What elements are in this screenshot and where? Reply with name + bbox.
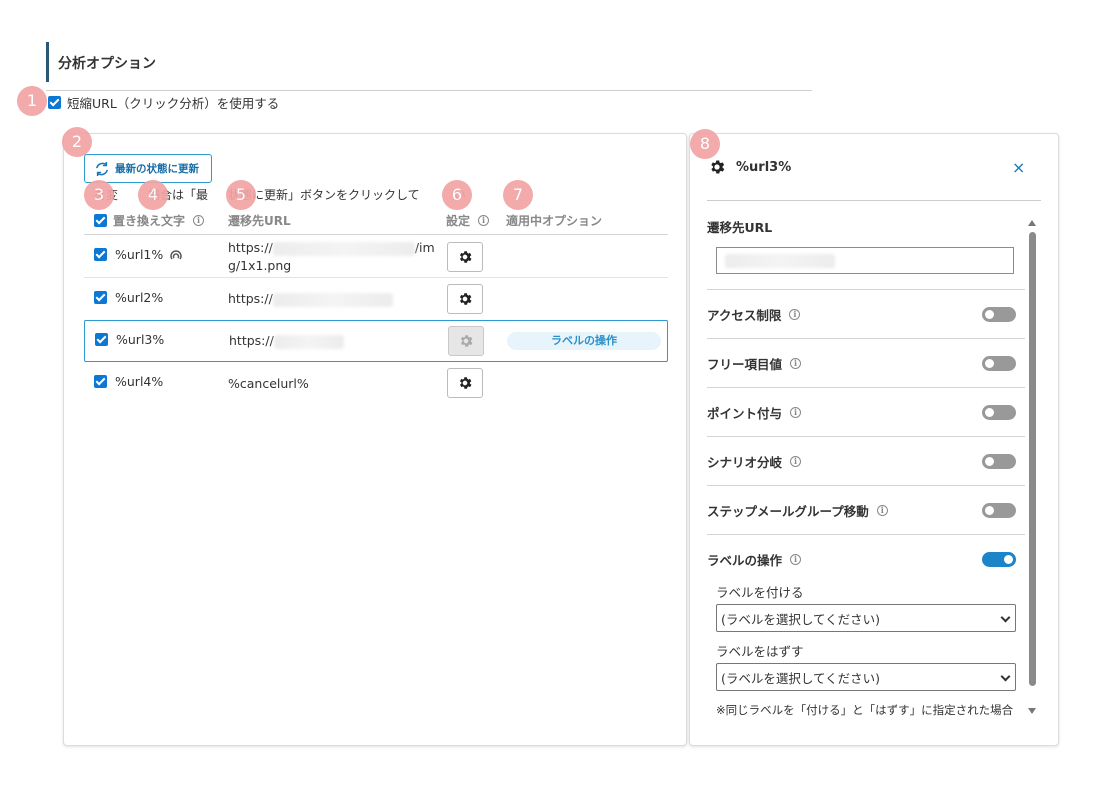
info-icon[interactable]: i	[790, 554, 802, 565]
row-name: %url1%	[115, 247, 164, 262]
info-icon[interactable]: i	[790, 407, 802, 418]
header-replace-text: 置き換え文字 i	[94, 212, 205, 229]
table-row-selected[interactable]: %url3% https:// ラベルの操作	[84, 320, 668, 362]
add-label-select[interactable]: (ラベルを選択してください)	[716, 604, 1016, 632]
info-icon[interactable]: i	[478, 215, 490, 226]
row-checkbox[interactable]	[94, 375, 107, 388]
badge-5: 5	[226, 180, 256, 210]
refresh-icon	[95, 161, 109, 176]
section-accent-bar	[46, 42, 49, 82]
access-limit-toggle[interactable]	[982, 307, 1016, 322]
url-settings-panel: %url3% × 遷移先URL アクセス制限 i フリー項目値 i ポイント付与 i …	[689, 133, 1059, 746]
scroll-up-arrow[interactable]	[1028, 220, 1036, 226]
short-url-label: 短縮URL（クリック分析）を使用する	[67, 96, 280, 111]
option-points: ポイント付与 i	[707, 387, 1025, 436]
gear-icon	[459, 293, 472, 305]
label-footnote: ※同じラベルを「付ける」と「はずす」に指定された場合	[716, 703, 1014, 717]
short-url-option[interactable]: 短縮URL（クリック分析）を使用する	[48, 93, 279, 112]
dest-url-input[interactable]	[716, 247, 1014, 274]
info-icon[interactable]: i	[789, 309, 801, 320]
row-settings-button[interactable]	[447, 368, 483, 398]
gear-icon	[459, 377, 472, 389]
info-icon[interactable]: i	[790, 456, 802, 467]
header-applied-options: 適用中オプション	[506, 214, 603, 228]
remove-label-select[interactable]: (ラベルを選択してください)	[716, 663, 1016, 691]
refresh-button[interactable]: 最新の状態に更新	[84, 154, 212, 183]
row-url: %cancelurl%	[228, 376, 309, 391]
step-mail-group-toggle[interactable]	[982, 503, 1016, 518]
add-label-title: ラベルを付ける	[716, 585, 804, 600]
row-name: %url3%	[116, 332, 165, 347]
table-header: 置き換え文字 i 遷移先URL 設定 i 適用中オプション	[84, 204, 668, 235]
tracking-icon	[170, 249, 182, 259]
row-checkbox[interactable]	[94, 291, 107, 304]
chevron-down-icon	[1000, 671, 1011, 682]
label-operation-toggle[interactable]	[982, 552, 1016, 567]
option-step-mail-group: ステップメールグループ移動 i	[707, 485, 1025, 534]
badge-2: 2	[62, 127, 92, 157]
gear-icon	[459, 251, 472, 263]
badge-7: 7	[503, 180, 533, 210]
short-url-checkbox[interactable]	[48, 96, 61, 109]
option-free-field: フリー項目値 i	[707, 338, 1025, 387]
header-dest-url: 遷移先URL	[228, 214, 291, 228]
badge-6: 6	[442, 180, 472, 210]
row-settings-button[interactable]	[447, 242, 483, 272]
option-label-operation: ラベルの操作 i ラベルを付ける (ラベルを選択してください) ラベルをはずす (…	[707, 534, 1025, 741]
info-icon[interactable]: i	[876, 505, 888, 516]
info-icon[interactable]: i	[790, 358, 802, 369]
applied-option-badge: ラベルの操作	[507, 332, 661, 350]
row-settings-button[interactable]	[447, 284, 483, 314]
scrollbar-thumb[interactable]	[1029, 232, 1036, 686]
badge-4: 4	[138, 180, 168, 210]
gear-icon	[711, 160, 725, 174]
section-header: 分析オプション	[46, 42, 812, 91]
option-access-limit: アクセス制限 i	[707, 289, 1025, 338]
section-title: 分析オプション	[58, 56, 156, 72]
dest-url-label: 遷移先URL	[707, 220, 773, 235]
header-settings: 設定 i	[446, 212, 490, 229]
settings-panel-title: %url3%	[708, 158, 791, 176]
free-field-toggle[interactable]	[982, 356, 1016, 371]
row-name: %url4%	[115, 374, 164, 389]
badge-3: 3	[84, 180, 114, 210]
info-icon[interactable]: i	[193, 215, 205, 226]
refresh-button-label: 最新の状態に更新	[115, 163, 199, 175]
row-checkbox[interactable]	[94, 248, 107, 261]
table-row[interactable]: %url4% %cancelurl%	[84, 362, 668, 404]
row-name: %url2%	[115, 290, 164, 305]
row-url: https:///im g/1x1.png	[228, 240, 435, 273]
scenario-branch-toggle[interactable]	[982, 454, 1016, 469]
badge-8: 8	[690, 129, 720, 159]
row-url: https://	[228, 290, 438, 308]
close-icon[interactable]: ×	[1012, 160, 1025, 176]
remove-label-title: ラベルをはずす	[716, 644, 804, 659]
row-settings-button[interactable]	[448, 326, 484, 356]
points-toggle[interactable]	[982, 405, 1016, 420]
table-row[interactable]: %url1% https:///im g/1x1.png	[84, 236, 668, 278]
scroll-down-arrow[interactable]	[1028, 708, 1036, 714]
option-scenario-branch: シナリオ分岐 i	[707, 436, 1025, 485]
chevron-down-icon	[1000, 612, 1011, 623]
select-all-checkbox[interactable]	[94, 214, 107, 227]
settings-panel-body: 遷移先URL アクセス制限 i フリー項目値 i ポイント付与 i シナリオ分岐 i ス…	[707, 201, 1025, 741]
row-url: https://	[229, 332, 439, 350]
badge-1: 1	[17, 86, 47, 116]
gear-icon	[460, 335, 473, 347]
row-checkbox[interactable]	[95, 333, 108, 346]
table-row[interactable]: %url2% https://	[84, 278, 668, 321]
url-list-panel: 最新の状態に更新 を変場合は「最状態に更新」ボタンをクリックしてい 置き換え文字…	[63, 133, 687, 746]
